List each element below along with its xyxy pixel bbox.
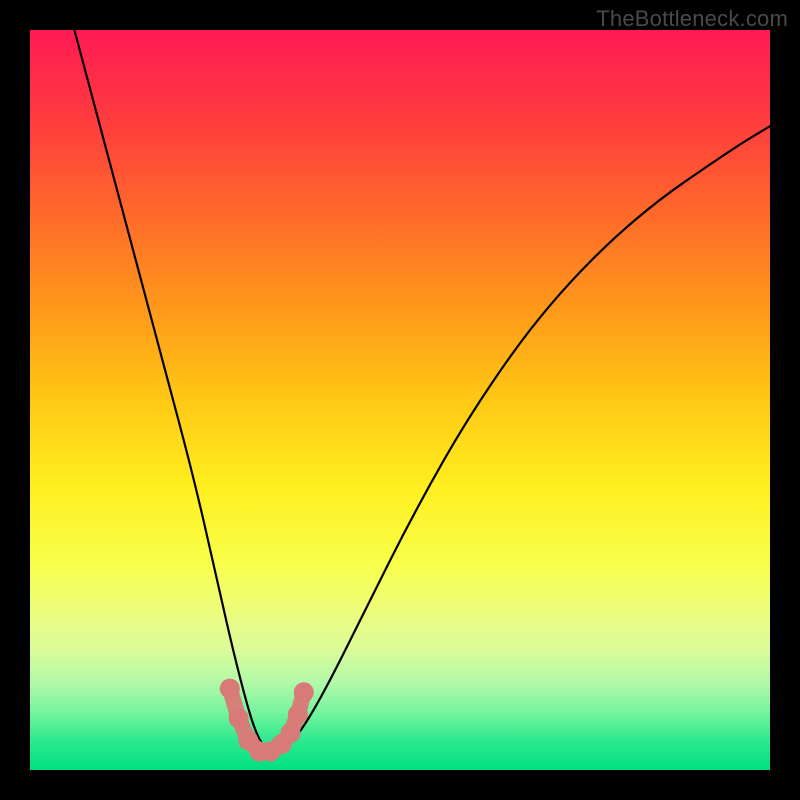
marker-band — [220, 679, 314, 762]
watermark-text: TheBottleneck.com — [596, 6, 788, 32]
curve-layer — [30, 30, 770, 770]
chart-container: TheBottleneck.com — [0, 0, 800, 800]
plot-area — [30, 30, 770, 770]
bottleneck-curve — [74, 30, 770, 752]
